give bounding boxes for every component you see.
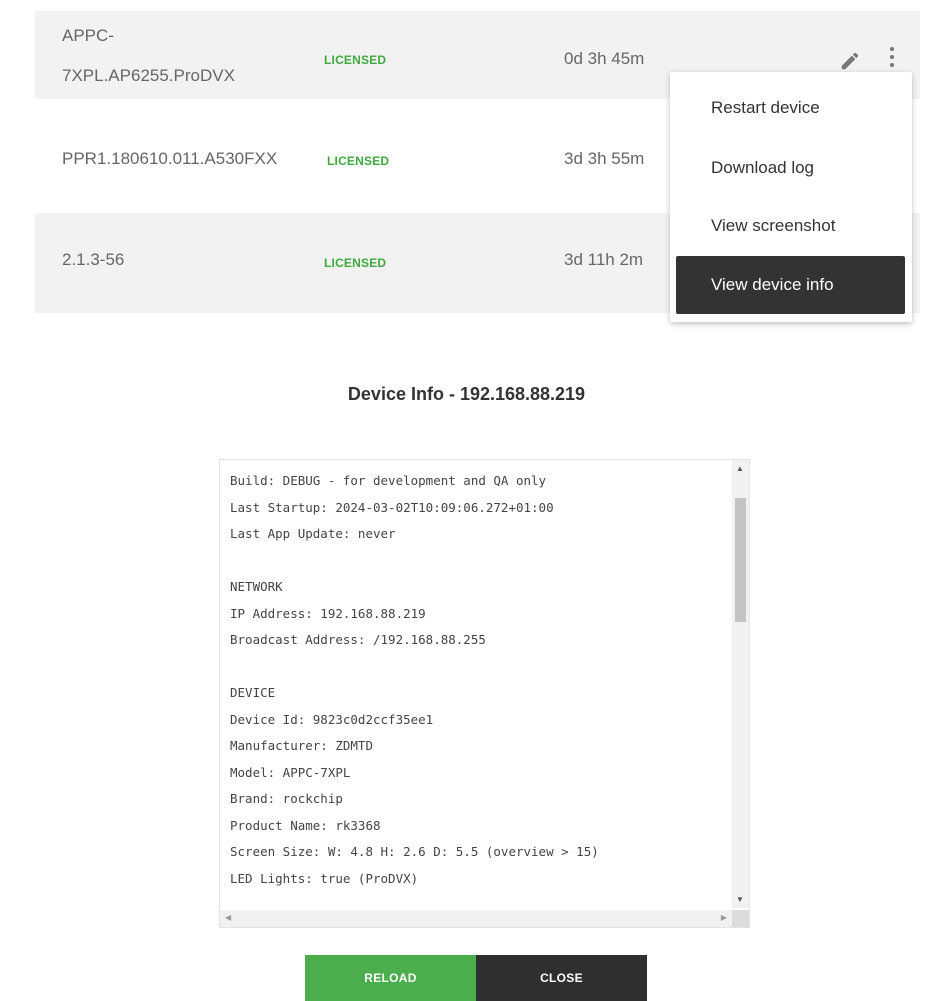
info-line: Product Name: rk3368 bbox=[230, 817, 381, 833]
menu-item-restart-device[interactable]: Restart device bbox=[670, 98, 912, 128]
menu-item-view-screenshot[interactable]: View screenshot bbox=[670, 216, 912, 246]
device-name-line1: APPC- bbox=[62, 26, 114, 45]
scroll-down-arrow-icon[interactable]: ▼ bbox=[736, 895, 744, 904]
uptime: 0d 3h 45m bbox=[564, 49, 645, 68]
dialog-title: Device Info - 192.168.88.219 bbox=[347, 384, 586, 404]
info-line bbox=[230, 654, 730, 681]
edit-pencil-icon[interactable] bbox=[839, 50, 861, 72]
scroll-up-arrow-icon[interactable]: ▲ bbox=[736, 464, 744, 473]
license-status: LICENSED bbox=[327, 154, 390, 168]
info-line: IP Address: 192.168.88.219 bbox=[230, 605, 426, 621]
close-button[interactable]: CLOSE bbox=[476, 955, 647, 1001]
info-line: DEVICE bbox=[230, 685, 276, 700]
license-status: LICENSED bbox=[324, 256, 387, 270]
device-name-line2: 7XPL.AP6255.ProDVX bbox=[62, 66, 235, 85]
info-line bbox=[230, 548, 730, 575]
info-line: Model: APPC-7XPL bbox=[230, 764, 351, 780]
reload-button[interactable]: RELOAD bbox=[305, 955, 476, 1001]
info-line: NETWORK bbox=[230, 579, 283, 594]
device-context-menu: Restart device Download log View screens… bbox=[670, 72, 912, 322]
device-name: PPR1.180610.011.A530FXX bbox=[62, 149, 278, 168]
license-status: LICENSED bbox=[324, 53, 387, 67]
info-line: Screen Size: W: 4.8 H: 2.6 D: 5.5 (overv… bbox=[230, 844, 599, 859]
menu-item-download-log[interactable]: Download log bbox=[670, 158, 912, 188]
scroll-thumb[interactable] bbox=[735, 498, 746, 622]
info-line: Last App Update: never bbox=[230, 526, 396, 541]
device-name: 2.1.3-56 bbox=[62, 250, 125, 269]
info-line: LED Lights: true (ProDVX) bbox=[230, 870, 419, 886]
more-vert-icon[interactable] bbox=[890, 47, 894, 71]
uptime: 3d 11h 2m bbox=[564, 250, 644, 269]
menu-item-view-device-info[interactable]: View device info bbox=[676, 256, 905, 314]
info-line: Last Startup: 2024-03-02T10:09:06.272+01… bbox=[230, 499, 554, 515]
device-info-textarea[interactable]: Build: DEBUG - for development and QA on… bbox=[219, 459, 750, 928]
vertical-scrollbar[interactable]: ▲ ▼ bbox=[732, 460, 749, 908]
info-line: Broadcast Address: /192.168.88.255 bbox=[230, 632, 486, 647]
info-line: Manufacturer: ZDMTD bbox=[230, 738, 373, 753]
info-line: Brand: rockchip bbox=[230, 791, 343, 806]
scroll-right-arrow-icon[interactable]: ▶ bbox=[721, 913, 727, 922]
horizontal-scrollbar[interactable]: ◀ ▶ bbox=[220, 910, 732, 927]
scrollbar-corner bbox=[732, 910, 749, 927]
device-info-text: Build: DEBUG - for development and QA on… bbox=[230, 468, 730, 908]
uptime: 3d 3h 55m bbox=[564, 149, 645, 168]
info-line: Device Id: 9823c0d2ccf35ee1 bbox=[230, 711, 434, 727]
info-line: Build: DEBUG - for development and QA on… bbox=[230, 473, 547, 488]
scroll-left-arrow-icon[interactable]: ◀ bbox=[225, 913, 231, 922]
